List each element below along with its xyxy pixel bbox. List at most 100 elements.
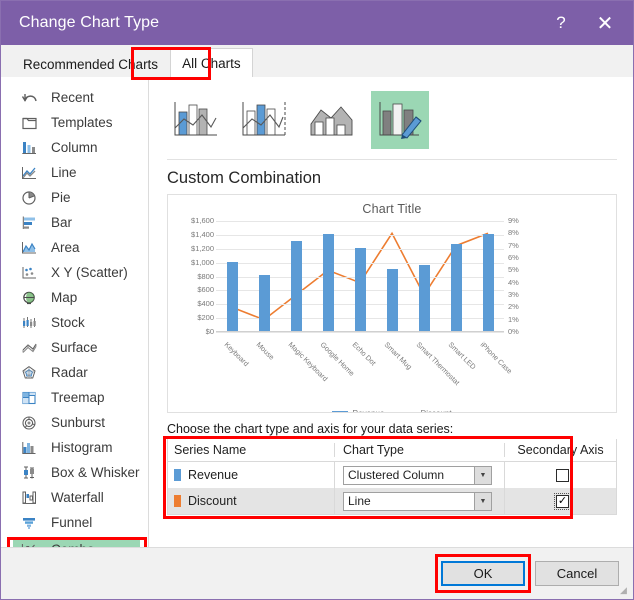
dialog-body: Recent Templates Column Line Pie Bar Are… <box>1 77 633 566</box>
chart-type-cell-discount: Line ▼ <box>334 488 504 514</box>
legend-label-discount: Discount <box>420 409 451 412</box>
sidebar-item-label: Surface <box>51 340 98 355</box>
sidebar-item-label: Bar <box>51 215 73 230</box>
sidebar-item-area[interactable]: Area <box>1 235 148 260</box>
header-series-name: Series Name <box>174 443 247 457</box>
main-panel: Custom Combination Chart Title $1,600 $1,… <box>149 77 633 547</box>
sidebar-item-line[interactable]: Line <box>1 160 148 185</box>
resize-grip[interactable]: ◢ <box>620 586 630 596</box>
sidebar-item-box-whisker[interactable]: Box & Whisker <box>1 460 148 485</box>
sidebar-item-treemap[interactable]: Treemap <box>1 385 148 410</box>
header-chart-type: Chart Type <box>334 443 504 457</box>
series-name-cell-revenue: Revenue <box>168 468 334 482</box>
thumbnail-clustered-column-line-secondary-axis[interactable] <box>235 91 293 149</box>
ok-button-wrapper: OK <box>435 554 531 593</box>
histogram-icon <box>19 439 41 457</box>
thumbnail-clustered-column-line[interactable] <box>167 91 225 149</box>
chart-bar <box>354 248 366 331</box>
bar-icon <box>19 214 41 232</box>
pie-icon <box>19 189 41 207</box>
sidebar-item-xy-scatter[interactable]: X Y (Scatter) <box>1 260 148 285</box>
sidebar-item-funnel[interactable]: Funnel <box>1 510 148 535</box>
series-color-marker <box>174 495 181 507</box>
chevron-down-icon[interactable]: ▼ <box>474 492 491 510</box>
series-name-cell-discount: Discount <box>168 494 334 508</box>
chart-type-dropdown-revenue[interactable]: Clustered Column ▼ <box>343 465 492 485</box>
help-button[interactable]: ? <box>539 3 583 43</box>
y-axis-tick: $200 <box>197 313 214 323</box>
gridline <box>216 234 504 236</box>
sunburst-icon <box>19 414 41 432</box>
chart-type-cell-revenue: Clustered Column ▼ <box>334 462 504 488</box>
table-row[interactable]: Revenue Clustered Column ▼ <box>168 462 616 488</box>
change-chart-type-dialog: Change Chart Type ? ✕ Recommended Charts… <box>0 0 634 600</box>
secondary-axis-checkbox-discount[interactable]: ✓ <box>554 492 571 510</box>
recent-icon <box>19 89 41 107</box>
sidebar-item-column[interactable]: Column <box>1 135 148 160</box>
y-axis-tick: $1,400 <box>191 229 214 239</box>
y-axis-tick: $0 <box>205 327 214 336</box>
ok-button[interactable]: OK <box>441 561 525 586</box>
table-row[interactable]: Discount Line ▼ ✓ <box>168 488 616 514</box>
thumbnail-stacked-area-clustered-column[interactable] <box>303 91 361 149</box>
chart-bar <box>322 234 334 331</box>
cancel-button[interactable]: Cancel <box>535 561 619 586</box>
sidebar-item-label: Stock <box>51 315 85 330</box>
sidebar-item-radar[interactable]: Radar <box>1 360 148 385</box>
gridline <box>216 221 504 222</box>
surface-icon <box>19 339 41 357</box>
sidebar-item-histogram[interactable]: Histogram <box>1 435 148 460</box>
legend-entry-revenue: Revenue <box>332 409 384 412</box>
sidebar-item-waterfall[interactable]: Waterfall <box>1 485 148 510</box>
section-title: Custom Combination <box>167 169 322 187</box>
chart-type-sidebar: Recent Templates Column Line Pie Bar Are… <box>1 77 149 566</box>
series-color-marker <box>174 469 181 481</box>
chart-type-dropdown-discount[interactable]: Line ▼ <box>343 491 492 511</box>
treemap-icon <box>19 389 41 407</box>
chevron-down-icon[interactable]: ▼ <box>474 466 491 484</box>
sidebar-item-sunburst[interactable]: Sunburst <box>1 410 148 435</box>
y-axis-tick: $1,600 <box>191 216 214 225</box>
scatter-icon <box>19 264 41 282</box>
y-axis-tick: $1,200 <box>191 243 214 253</box>
sidebar-item-surface[interactable]: Surface <box>1 335 148 360</box>
y-axis-tick: $1,000 <box>191 257 214 267</box>
series-name-label: Revenue <box>188 468 239 482</box>
secondary-y-axis-tick: 1% <box>508 314 519 324</box>
series-name-label: Discount <box>188 494 237 508</box>
secondary-y-axis-tick: 9% <box>508 216 519 225</box>
tab-recommended-charts[interactable]: Recommended Charts <box>11 50 171 77</box>
chart-bar <box>482 234 494 331</box>
sidebar-item-label: Pie <box>51 190 71 205</box>
secondary-y-axis-tick: 7% <box>508 240 519 250</box>
secondary-axis-cell-discount: ✓ <box>504 488 616 514</box>
category-label: Keyboard <box>222 340 251 369</box>
thumbnail-custom-combination[interactable] <box>371 91 429 149</box>
y-axis-tick: $600 <box>197 285 214 295</box>
category-axis-labels: Keyboard Mouse Magic Keyboard Google Home Ec… <box>216 337 514 397</box>
sidebar-item-stock[interactable]: Stock <box>1 310 148 335</box>
chart-preview: Chart Title $1,600 $1,400 $1,200 $1,000 $800… <box>167 194 617 413</box>
line-icon <box>19 164 41 182</box>
secondary-y-axis-tick: 5% <box>508 265 519 275</box>
sidebar-item-recent[interactable]: Recent <box>1 85 148 110</box>
sidebar-item-bar[interactable]: Bar <box>1 210 148 235</box>
chart-subtype-thumbnails <box>165 89 619 149</box>
gridline <box>216 332 504 333</box>
tab-all-charts[interactable]: All Charts <box>170 48 253 77</box>
dialog-title: Change Chart Type <box>19 14 160 31</box>
chart-bar <box>450 244 462 331</box>
close-icon[interactable]: ✕ <box>583 3 627 43</box>
secondary-axis-checkbox-revenue[interactable] <box>556 468 569 482</box>
y-axis-tick: $800 <box>197 271 214 281</box>
secondary-y-axis-tick: 3% <box>508 290 519 299</box>
chart-bar <box>418 265 430 331</box>
series-chooser-label: Choose the chart type and axis for your … <box>167 422 454 436</box>
sidebar-item-map[interactable]: Map <box>1 285 148 310</box>
secondary-y-axis-tick: 2% <box>508 302 519 312</box>
sidebar-item-templates[interactable]: Templates <box>1 110 148 135</box>
sidebar-item-label: Waterfall <box>51 490 104 505</box>
column-icon <box>19 139 41 157</box>
sidebar-item-pie[interactable]: Pie <box>1 185 148 210</box>
sidebar-item-label: Funnel <box>51 515 93 530</box>
